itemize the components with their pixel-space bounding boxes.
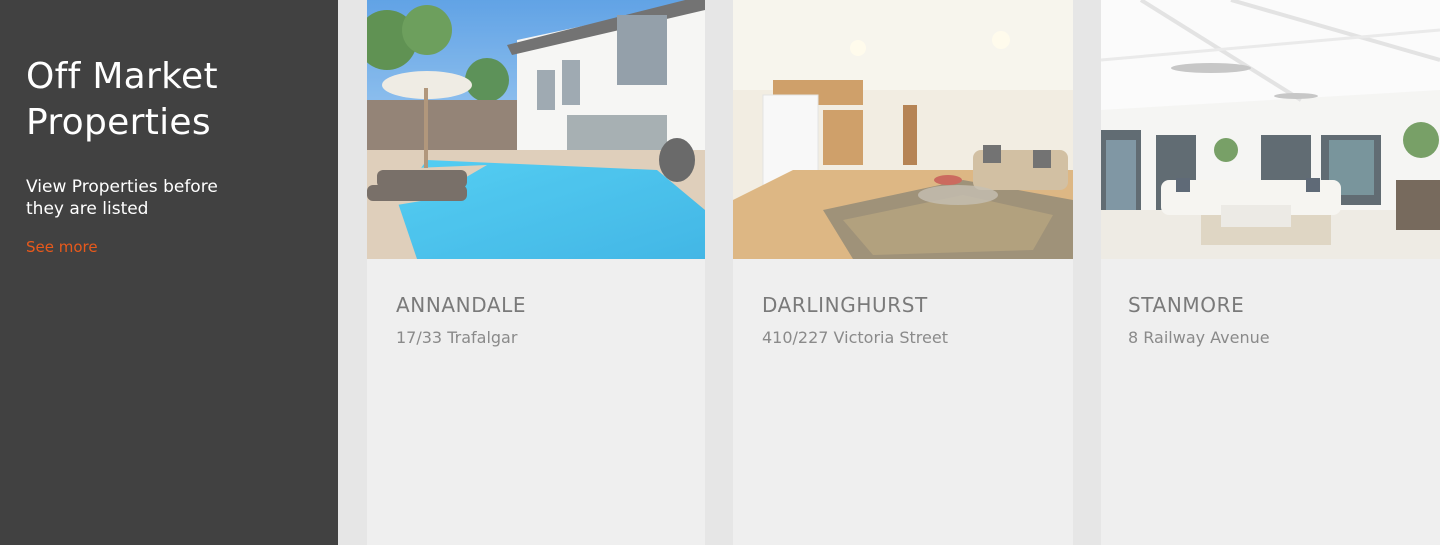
panel-title: Off Market Properties — [26, 54, 312, 146]
property-photo[interactable] — [367, 0, 705, 259]
property-photo[interactable] — [733, 0, 1073, 259]
property-address: 17/33 Trafalgar — [396, 328, 518, 347]
property-card-stanmore[interactable]: STANMORE 8 Railway Avenue — [1101, 0, 1440, 545]
off-market-panel: Off Market Properties View Properties be… — [0, 0, 338, 545]
panel-title-line1: Off Market — [26, 56, 218, 97]
property-card-annandale[interactable]: ANNANDALE 17/33 Trafalgar — [367, 0, 705, 545]
property-address: 410/227 Victoria Street — [762, 328, 948, 347]
panel-subtitle: View Properties before they are listed — [26, 177, 218, 219]
property-suburb: STANMORE — [1128, 293, 1245, 317]
see-more-link[interactable]: See more — [26, 238, 98, 256]
panel-title-line2: Properties — [26, 102, 211, 143]
property-suburb: ANNANDALE — [396, 293, 527, 317]
property-card-darlinghurst[interactable]: DARLINGHURST 410/227 Victoria Street — [733, 0, 1073, 545]
property-photo[interactable] — [1101, 0, 1440, 259]
property-address: 8 Railway Avenue — [1128, 328, 1270, 347]
property-suburb: DARLINGHURST — [762, 293, 928, 317]
